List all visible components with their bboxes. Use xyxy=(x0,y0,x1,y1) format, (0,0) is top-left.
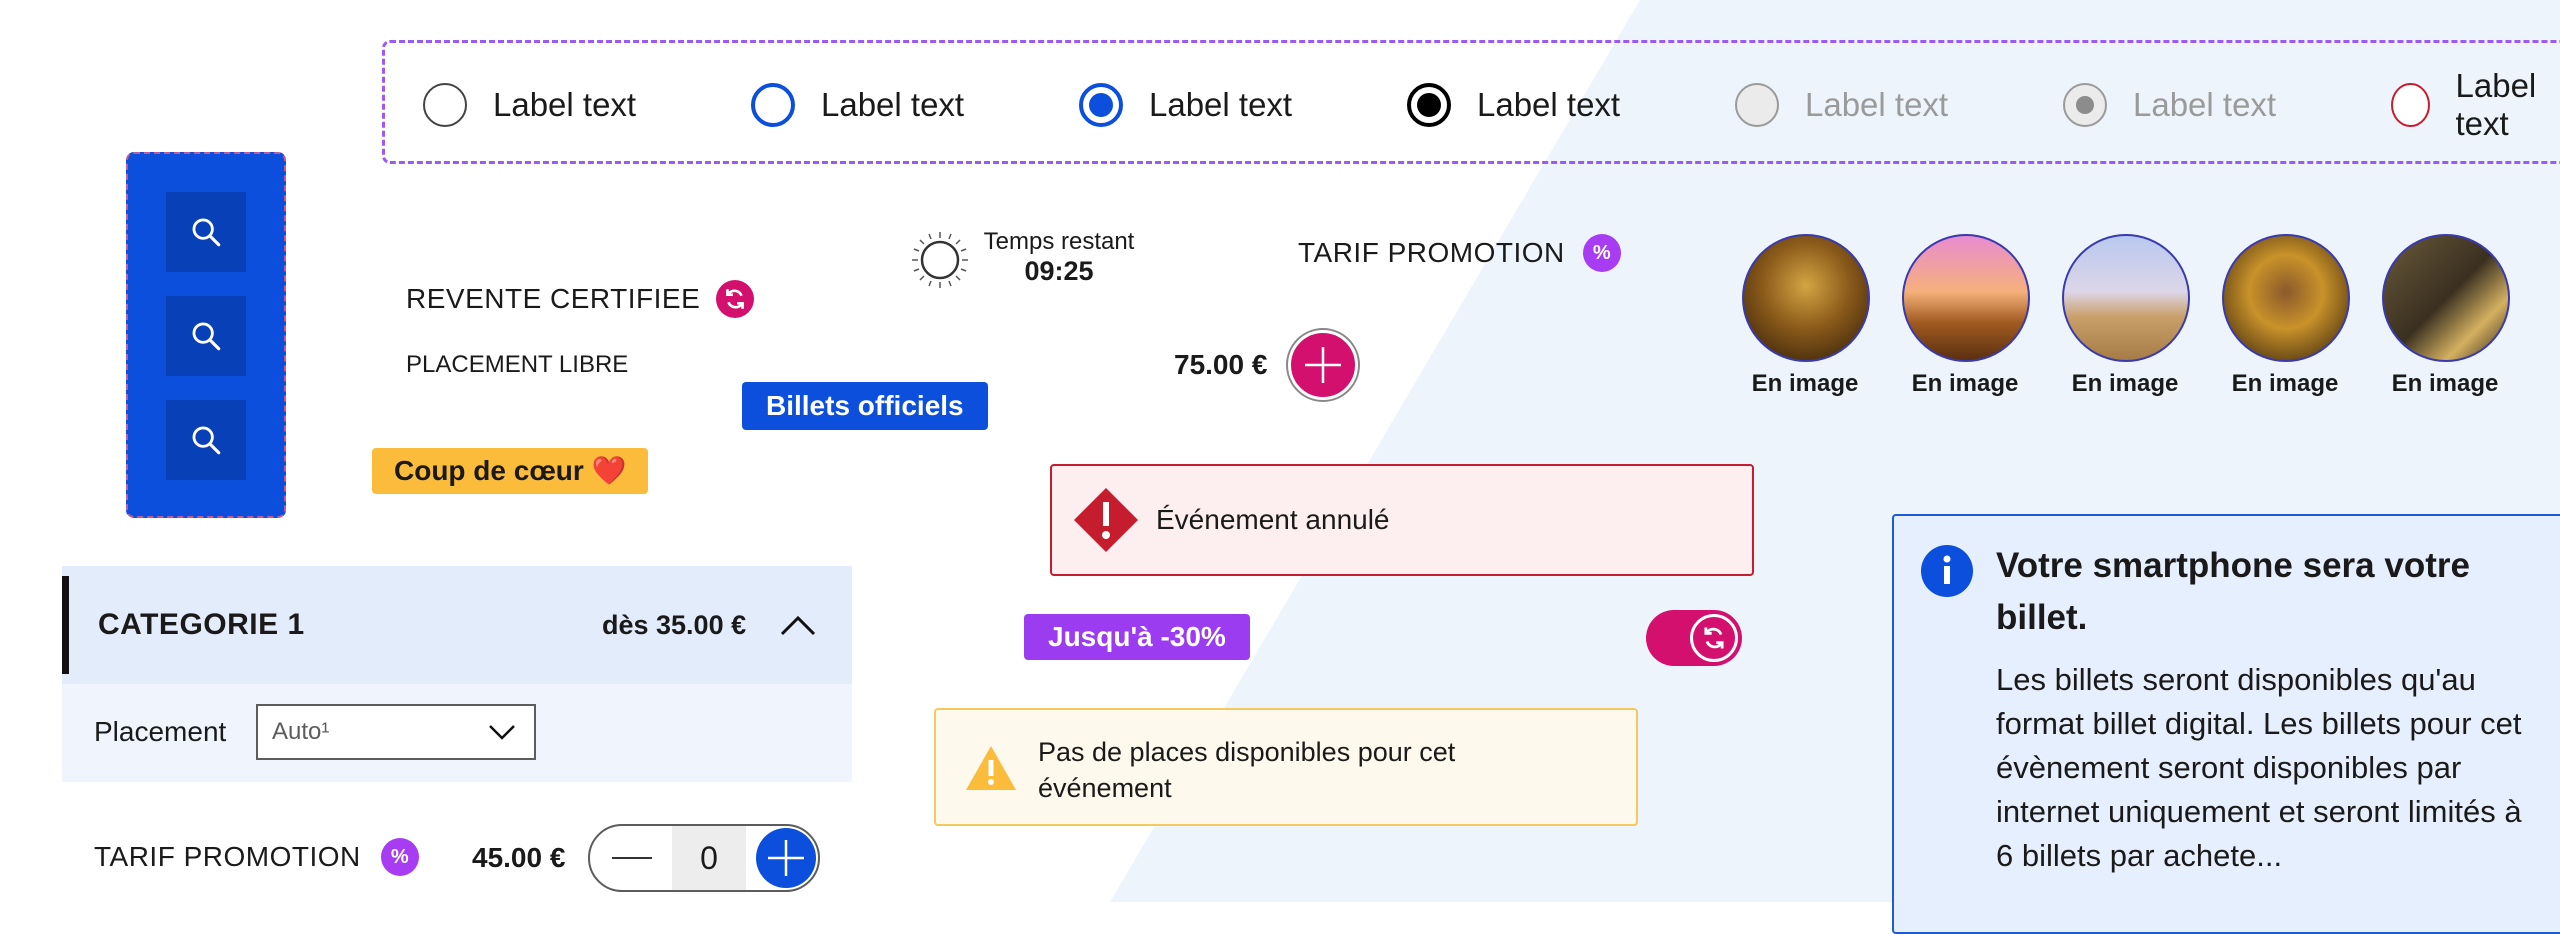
radio-option-default[interactable]: Label text xyxy=(423,81,636,129)
category-body: Placement Auto¹ xyxy=(62,684,852,782)
toggle-knob xyxy=(1690,614,1738,662)
radio-option-checked[interactable]: Label text xyxy=(1079,81,1292,129)
search-icon xyxy=(192,218,221,247)
thumbnail-label: En image xyxy=(2391,370,2499,397)
thumbnail-image[interactable] xyxy=(2222,234,2350,362)
placement-libre-label: PLACEMENT LIBRE xyxy=(406,351,629,378)
promo-row-price: 45.00 € xyxy=(472,842,566,873)
category-title: CATEGORIE 1 xyxy=(98,608,305,641)
tag-discount: Jusqu'à -30% xyxy=(1024,614,1250,660)
info-body-line: Les billets seront disponibles qu'au xyxy=(1996,662,2476,697)
promo-tariff: TARIF PROMOTION % xyxy=(1298,234,1621,272)
radio-label: Label text xyxy=(2133,86,2277,123)
info-body-line: internet uniquement et seront limités à xyxy=(1996,794,2522,829)
refresh-icon xyxy=(716,280,755,318)
radio-button[interactable] xyxy=(1079,83,1123,127)
radio-option-hover[interactable]: Label text xyxy=(751,81,964,129)
search-button[interactable] xyxy=(166,400,246,480)
chevron-up-icon[interactable] xyxy=(778,612,818,636)
info-box: Votre smartphone sera votre billet. Les … xyxy=(1892,514,2560,934)
thumbnail-label: En image xyxy=(2231,370,2339,397)
radio-button xyxy=(2063,83,2107,127)
resale-label: REVENTE CERTIFIEE xyxy=(406,283,701,314)
warning-triangle-icon xyxy=(966,746,1016,790)
radio-button[interactable] xyxy=(751,83,795,127)
percent-badge: % xyxy=(1582,234,1621,272)
timer-value: 09:25 xyxy=(1024,256,1094,286)
search-button[interactable] xyxy=(166,192,246,272)
radio-button[interactable] xyxy=(2391,83,2430,127)
info-title: Votre smartphone sera votre billet. xyxy=(1996,540,2470,644)
alert-cancelled-text: Événement annulé xyxy=(1156,504,1390,535)
thumbnail-label: En image xyxy=(1911,370,2019,397)
radio-option-checked-focus[interactable]: Label text xyxy=(1407,81,1620,129)
plus-icon xyxy=(1305,347,1341,383)
category-header[interactable]: CATEGORIE 1 dès 35.00 € xyxy=(62,566,852,684)
tag-favorite: Coup de cœur ❤️ xyxy=(372,448,649,494)
promo-row-label: TARIF PROMOTION xyxy=(94,841,361,872)
placement-select[interactable]: Auto¹ xyxy=(256,704,536,760)
thumbnail-image[interactable] xyxy=(1742,234,1870,362)
thumbnail-image[interactable] xyxy=(1902,234,2030,362)
plus-icon xyxy=(768,840,804,876)
search-button[interactable] xyxy=(166,296,246,376)
promo-label: TARIF PROMOTION xyxy=(1298,237,1565,268)
info-icon xyxy=(1921,545,1973,597)
promo-row: TARIF PROMOTION % xyxy=(94,838,419,876)
plus-button[interactable] xyxy=(756,828,816,888)
resale-toggle[interactable] xyxy=(1646,610,1742,666)
info-title-line: billet. xyxy=(1996,598,2088,637)
refresh-icon xyxy=(1704,627,1724,649)
percent-badge: % xyxy=(380,838,419,876)
search-icon xyxy=(192,322,221,351)
radio-option-disabled: Label text xyxy=(1735,81,1948,129)
resale-certified: REVENTE CERTIFIEE xyxy=(406,280,755,318)
chevron-down-icon xyxy=(489,725,515,740)
placement-label: Placement xyxy=(94,716,227,747)
radio-button[interactable] xyxy=(423,83,467,127)
category-price: dès 35.00 € xyxy=(602,610,747,640)
radio-option-error[interactable]: Label text xyxy=(2391,67,2560,142)
radio-label: Label text xyxy=(1149,86,1293,123)
price: 75.00 € xyxy=(1174,349,1268,380)
add-button[interactable] xyxy=(1288,330,1358,400)
info-body-line: format billet digital. Les billets pour … xyxy=(1996,706,2522,741)
quantity-stepper: 0 xyxy=(588,824,820,892)
alert-no-seats-text: Pas de places disponibles pour cet événe… xyxy=(1038,734,1455,806)
alert-cancelled: Événement annulé xyxy=(1050,464,1754,576)
radio-option-disabled-checked: Label text xyxy=(2063,81,2276,129)
timer-icon xyxy=(908,228,972,292)
radio-label: Label text xyxy=(2455,67,2537,142)
alert-text-line: événement xyxy=(1038,773,1172,803)
category-accent-bar xyxy=(62,576,69,674)
thumbnail-label: En image xyxy=(1751,370,1859,397)
warning-diamond-icon xyxy=(1074,488,1138,552)
radio-button xyxy=(1735,83,1779,127)
minus-button[interactable] xyxy=(602,826,662,890)
thumbnail-label: En image xyxy=(2071,370,2179,397)
timer-label: Temps restant xyxy=(983,228,1135,255)
thumbnail-image[interactable] xyxy=(2062,234,2190,362)
alert-text-line: Pas de places disponibles pour cet xyxy=(1038,737,1456,767)
info-body-line: 6 billets par achete... xyxy=(1996,838,2283,873)
radio-label: Label text xyxy=(1477,86,1621,123)
tag-official-tickets: Billets officiels xyxy=(742,382,988,430)
info-title-line: Votre smartphone sera votre xyxy=(1996,546,2470,585)
vertical-toolbar xyxy=(126,152,286,518)
info-body-line: évènement seront disponibles par xyxy=(1996,750,2462,785)
timer: Temps restant 09:25 xyxy=(974,228,1144,287)
radio-group: Label text Label text Label text Label t… xyxy=(382,40,2560,164)
thumbnail-image[interactable] xyxy=(2382,234,2510,362)
search-icon xyxy=(192,426,221,455)
info-body: Les billets seront disponibles qu'au for… xyxy=(1996,658,2522,878)
radio-button[interactable] xyxy=(1407,83,1451,127)
quantity-value[interactable]: 0 xyxy=(672,826,746,890)
radio-label: Label text xyxy=(493,86,637,123)
alert-no-seats: Pas de places disponibles pour cet événe… xyxy=(934,708,1638,826)
radio-label: Label text xyxy=(1805,86,1949,123)
placement-select-value: Auto¹ xyxy=(272,718,330,745)
radio-label: Label text xyxy=(821,86,965,123)
